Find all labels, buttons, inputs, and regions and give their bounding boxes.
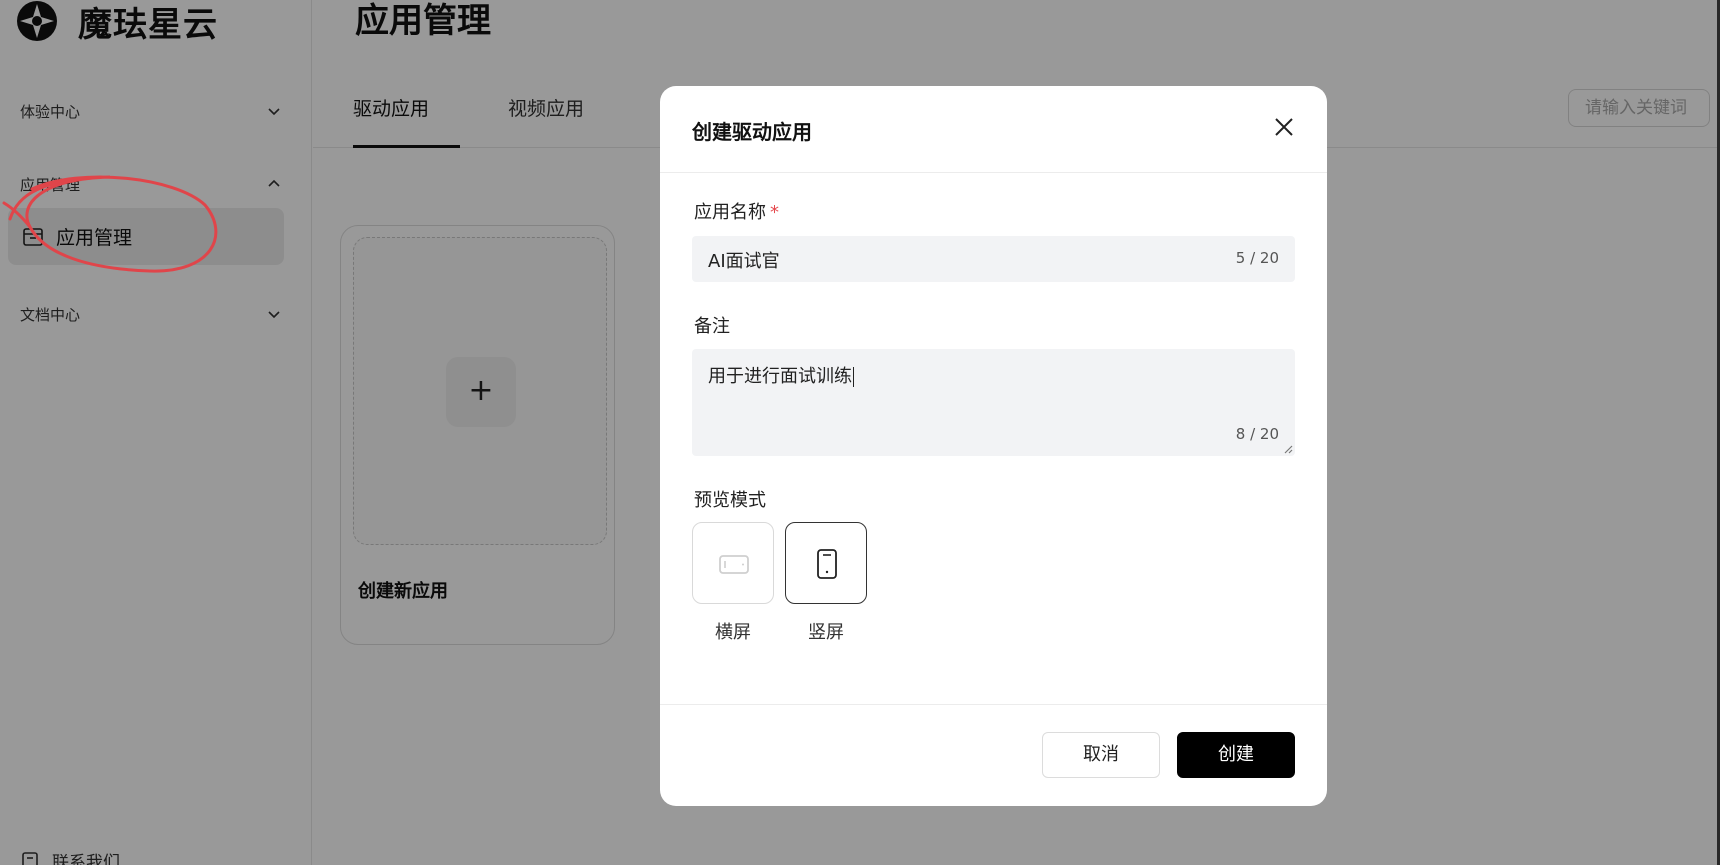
remark-counter: 8 / 20 [1235,425,1279,443]
resize-handle-icon[interactable] [1283,444,1293,454]
dialog-title: 创建驱动应用 [692,120,812,144]
portrait-label: 竖屏 [808,622,844,643]
create-button[interactable]: 创建 [1177,732,1295,778]
required-mark: * [770,202,779,223]
text-caret [853,367,854,387]
landscape-screen-icon [719,555,749,574]
app-name-label: 应用名称 * [694,198,779,224]
app-name-input[interactable]: AI面试官 5 / 20 [692,236,1295,282]
portrait-option[interactable] [785,522,867,604]
create-drive-app-dialog: 创建驱动应用 应用名称 * AI面试官 5 / 20 备注 用于进行面试训练 8 … [660,86,1327,806]
annotation-circle [2,175,218,273]
dialog-footer: 取消 创建 [660,704,1327,806]
preview-mode-label: 预览模式 [694,490,766,511]
remark-value: 用于进行面试训练 [708,366,852,387]
dialog-header: 创建驱动应用 [660,86,1327,173]
portrait-screen-icon [817,549,837,579]
app-name-value: AI面试官 [708,251,780,272]
landscape-option[interactable] [692,522,774,604]
cancel-button[interactable]: 取消 [1042,732,1160,778]
close-icon[interactable] [1271,114,1297,140]
app-name-counter: 5 / 20 [1235,249,1279,267]
landscape-label: 横屏 [715,622,751,643]
app-name-label-text: 应用名称 [694,202,766,223]
remark-label: 备注 [694,316,730,337]
remark-value-wrap: 用于进行面试训练 [708,362,854,388]
remark-textarea[interactable]: 用于进行面试训练 8 / 20 [692,349,1295,456]
